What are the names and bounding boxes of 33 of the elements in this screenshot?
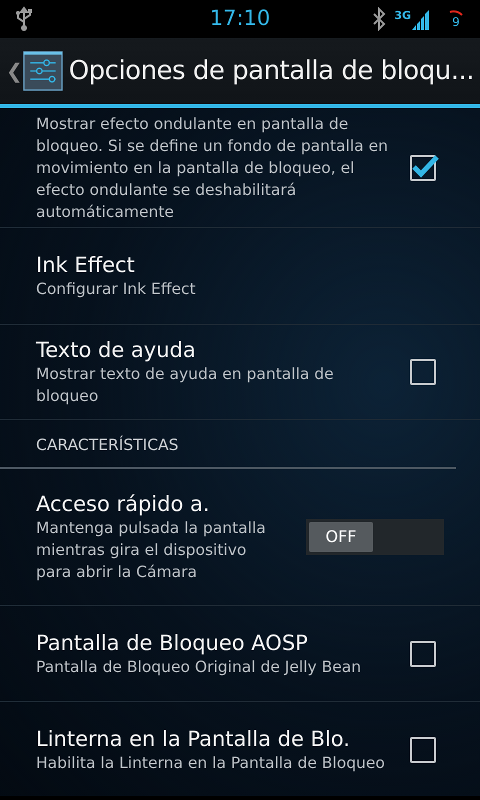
list-item[interactable]: Pantalla de Bloqueo AOSP Pantalla de Bloqueo Original de Jelly Bean	[0, 606, 480, 702]
signal-icon	[412, 8, 430, 30]
battery-arc-icon	[449, 10, 463, 16]
toggle-switch[interactable]: OFF	[306, 519, 444, 556]
usb-icon	[14, 6, 34, 32]
section-header: CARACTERÍSTICAS	[0, 420, 456, 470]
list-item[interactable]: Acceso rápido a. Mantenga pulsada la pantalla mientras gira el dispositivo para abrir la Cámara OFF	[0, 469, 480, 606]
list-item[interactable]: Ink Effect Configurar Ink Effect	[0, 228, 480, 325]
back-chevron[interactable]: ❮	[6, 56, 23, 86]
bluetooth-icon	[372, 7, 386, 31]
checkbox[interactable]	[410, 154, 436, 180]
item-summary: Pantalla de Bloqueo Original de Jelly Bean	[36, 656, 362, 678]
item-title: Ink Effect	[36, 252, 136, 278]
list-item[interactable]: Linterna en la Pantalla de Blo. Habilita la Linterna en la Pantalla de Bloqueo	[0, 702, 480, 796]
item-summary: Mostrar texto de ayuda en pantalla de bloqueo	[36, 364, 335, 407]
screen-title: Opciones de pantalla de bloqu...	[68, 54, 474, 88]
item-title: Linterna en la Pantalla de Blo.	[36, 726, 351, 752]
network-type: 3G	[394, 8, 411, 24]
item-summary: Mantenga pulsada la pantalla mientras gira el dispositivo para abrir la Cámara	[36, 518, 267, 584]
item-summary: Configurar Ink Effect	[36, 279, 197, 300]
item-summary: Mostrar efecto ondulante en pantalla de bloqueo. Si se define un fondo de pantalla en movimiento en la pantalla de bloqueo, el efecto ondulante se deshabilitará automáticamente	[36, 114, 389, 222]
list-item[interactable]: Texto de ayuda Mostrar texto de ayuda en pantalla de bloqueo	[0, 325, 480, 420]
item-title: Pantalla de Bloqueo AOSP	[36, 630, 309, 656]
checkbox[interactable]	[410, 640, 436, 667]
list-item[interactable]: Mostrar efecto ondulante en pantalla de bloqueo. Si se define un fondo de pantalla en movimiento en la pantalla de bloqueo, el efecto ondulante se deshabilitará automáticamente	[0, 108, 480, 228]
checkbox[interactable]	[410, 359, 436, 385]
item-title: Acceso rápido a.	[36, 491, 211, 518]
settings-sliders-icon[interactable]	[22, 49, 63, 93]
battery-level: 9	[452, 16, 460, 28]
item-summary: Habilita la Linterna en la Pantalla de Bloqueo	[36, 753, 386, 774]
item-title: Texto de ayuda	[36, 337, 197, 363]
clock-time: 17:10	[210, 6, 270, 30]
checkbox[interactable]	[410, 737, 436, 764]
